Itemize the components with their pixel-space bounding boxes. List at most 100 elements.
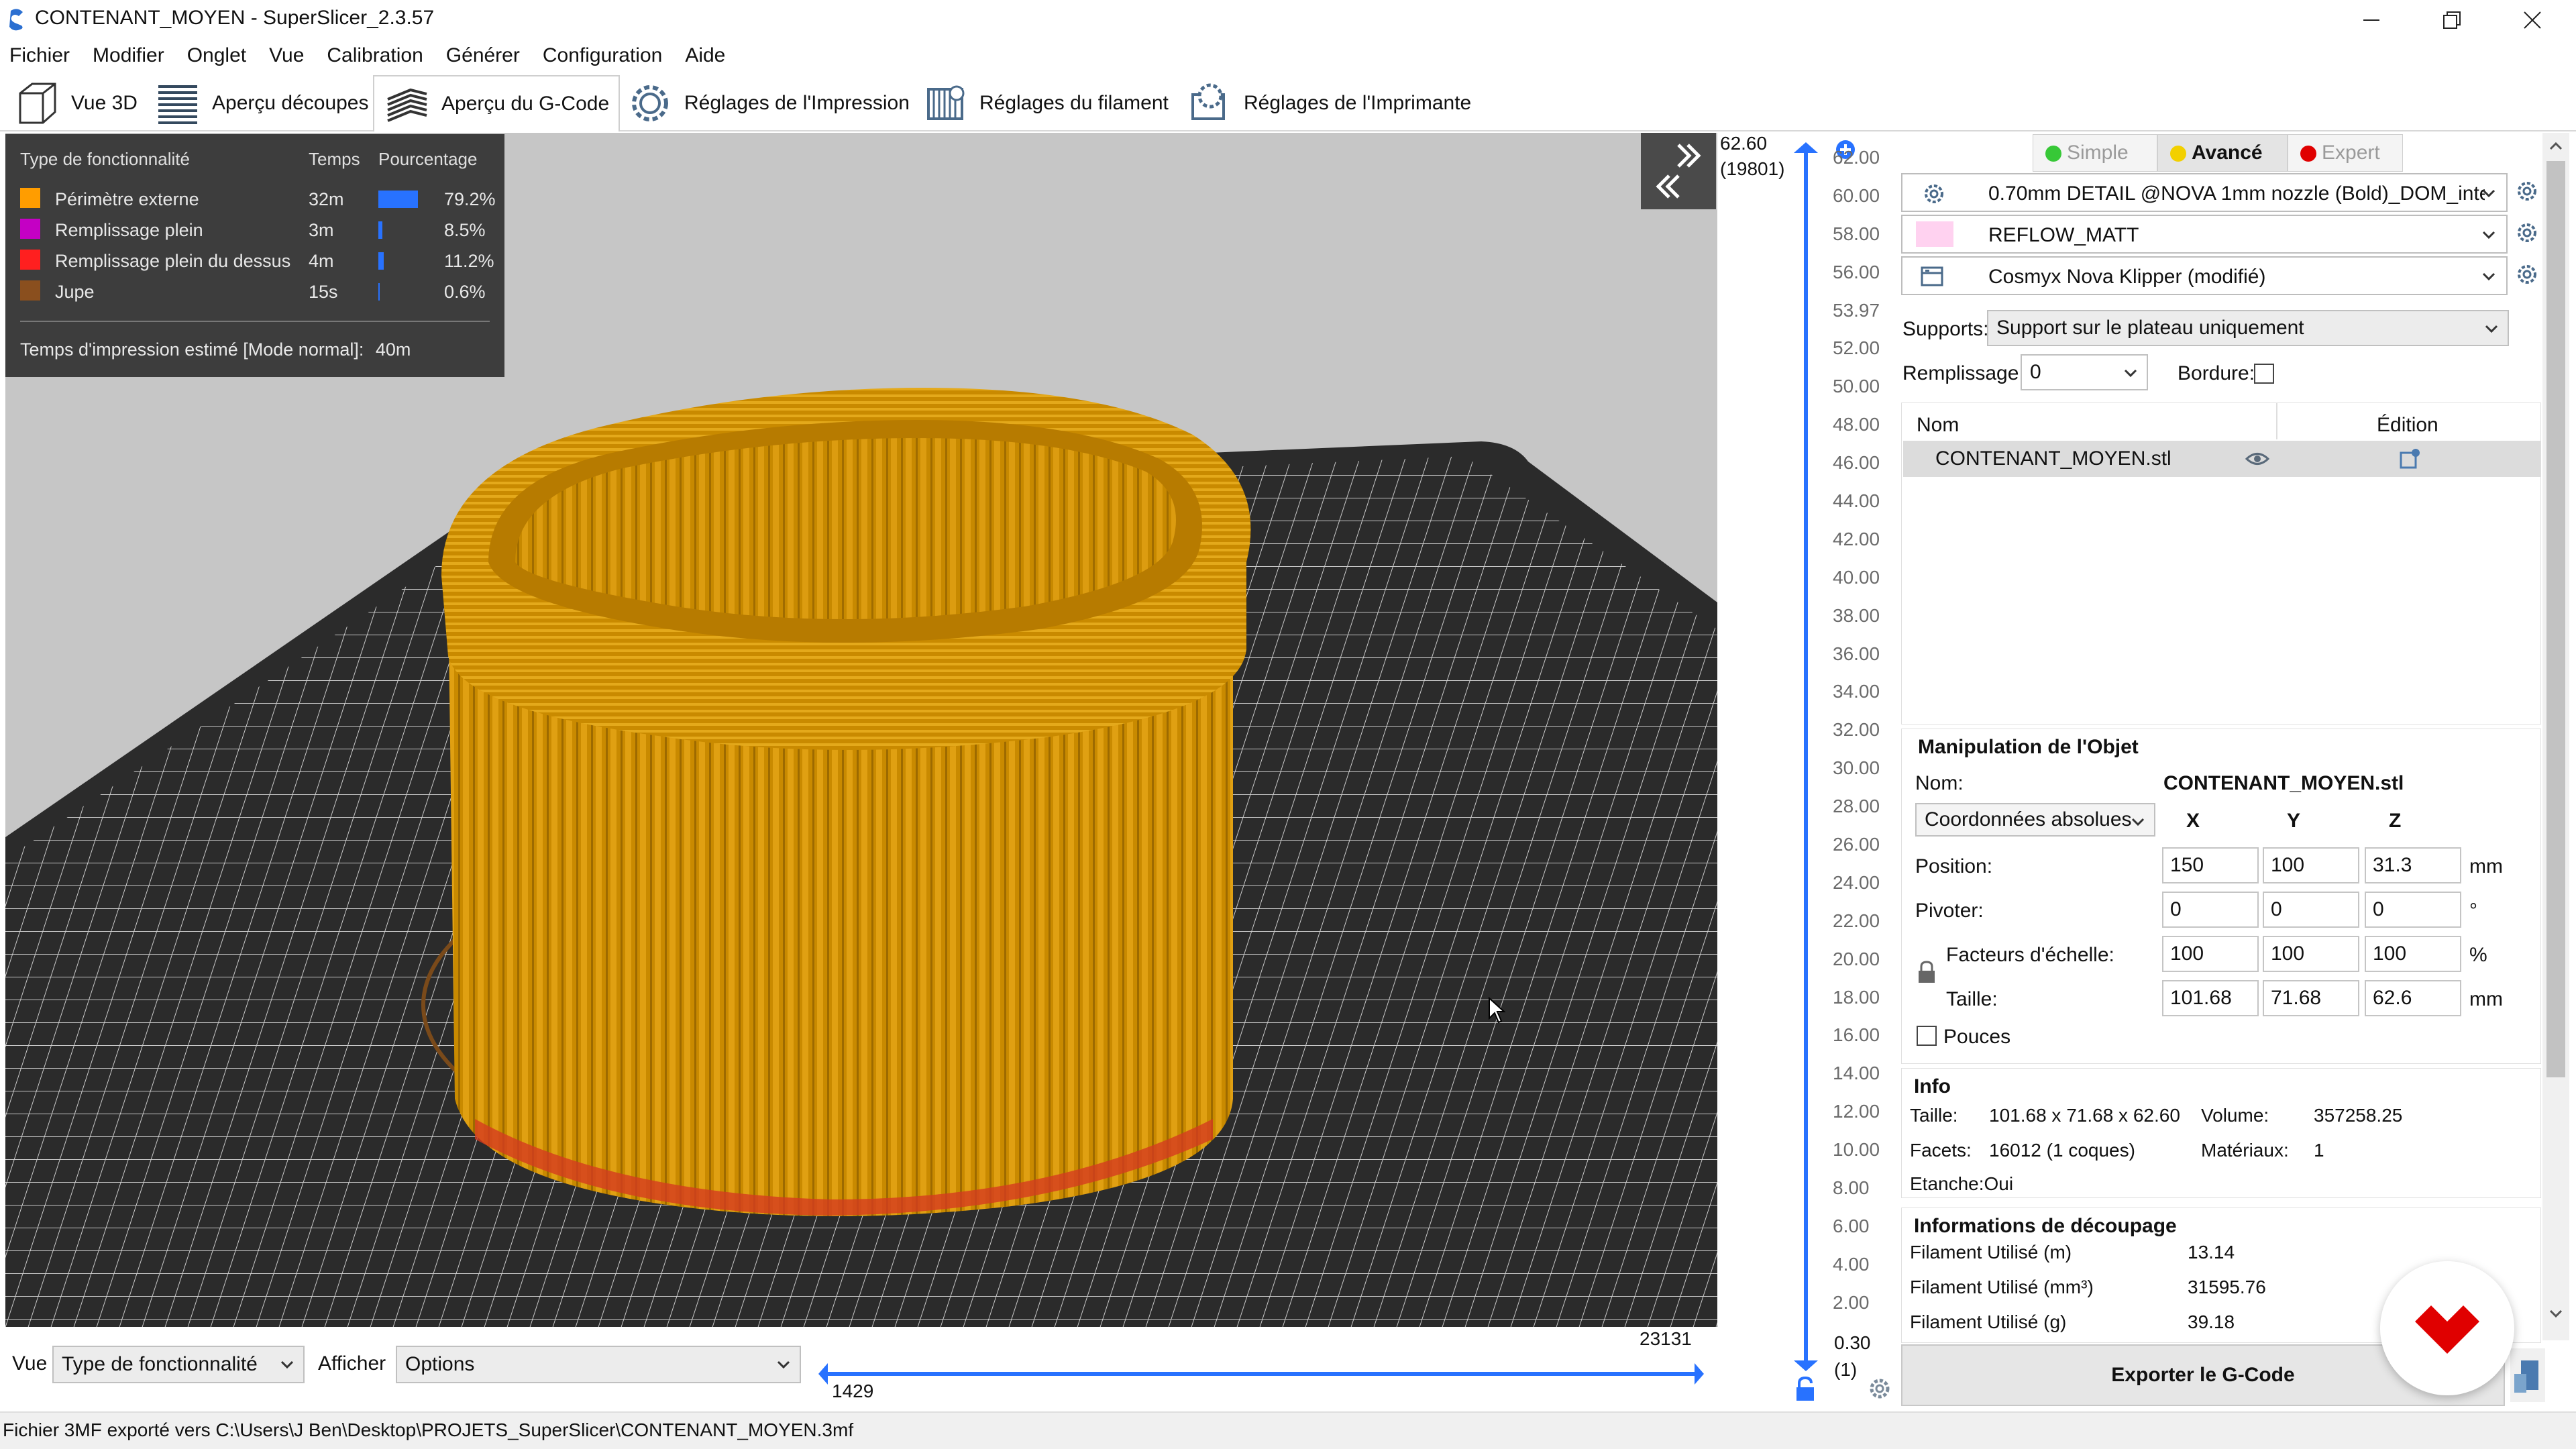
tab-reglages-imprimante[interactable]: Réglages de l'Imprimante xyxy=(1177,75,1481,131)
mode-advanced-button[interactable]: Avancé xyxy=(2157,134,2288,172)
manipulation-z-field[interactable]: 100 xyxy=(2365,936,2461,972)
slider-settings-button[interactable] xyxy=(1868,1377,1892,1401)
scale-lock-icon[interactable] xyxy=(1917,960,1937,984)
info-volume-value: 357258.25 xyxy=(2314,1105,2403,1126)
menu-aide[interactable]: Aide xyxy=(685,44,725,67)
menu-fichier[interactable]: Fichier xyxy=(9,44,70,67)
layer-height-tick: 24.00 xyxy=(1833,872,1880,893)
object-name: CONTENANT_MOYEN.stl xyxy=(1935,447,2171,470)
mode-simple-button[interactable]: Simple xyxy=(2033,134,2157,172)
manipulation-x-field[interactable]: 150 xyxy=(2162,847,2259,883)
info-materials-label: Matériaux: xyxy=(2201,1140,2289,1161)
manipulation-z-field[interactable]: 31.3 xyxy=(2365,847,2461,883)
filament-preset-value: REFLOW_MATT xyxy=(1988,224,2139,246)
brim-label: Bordure: xyxy=(2178,362,2255,384)
filament-preset-select[interactable]: REFLOW_MATT xyxy=(1901,215,2508,254)
manipulation-y-field[interactable]: 100 xyxy=(2263,936,2359,972)
layer-height-tick: 8.00 xyxy=(1833,1177,1870,1198)
mode-expert-button[interactable]: Expert xyxy=(2288,134,2403,172)
layer-height-tick: 4.00 xyxy=(1833,1254,1870,1275)
tab-apercu-decoupes[interactable]: Aperçu découpes xyxy=(145,75,378,131)
feature-legend: Type de fonctionnalité Temps Pourcentage… xyxy=(5,134,504,377)
show-options-select[interactable]: Options xyxy=(396,1346,801,1383)
object-list-row[interactable]: CONTENANT_MOYEN.stl xyxy=(1903,441,2540,477)
inches-checkbox[interactable] xyxy=(1917,1026,1937,1046)
send-to-printer-button[interactable] xyxy=(2510,1348,2545,1402)
minimize-button[interactable] xyxy=(2334,0,2408,40)
manipulation-y-field[interactable]: 71.68 xyxy=(2263,980,2359,1016)
tab-reglages-impression[interactable]: Réglages de l'Impression xyxy=(617,75,919,131)
legend-row[interactable]: Remplissage plein du dessus 4m 11.2% xyxy=(5,244,504,275)
manipulation-name-label: Nom: xyxy=(1915,772,1964,794)
edit-filament-preset-button[interactable] xyxy=(2516,221,2542,248)
manipulation-y-field[interactable]: 0 xyxy=(2263,892,2359,928)
scroll-down-icon[interactable] xyxy=(2548,1307,2564,1320)
layer-height-tick: 22.00 xyxy=(1833,910,1880,931)
manipulation-z-field[interactable]: 62.6 xyxy=(2365,980,2461,1016)
chevron-down-icon xyxy=(2124,369,2137,378)
legend-row[interactable]: Remplissage plein 3m 8.5% xyxy=(5,213,504,244)
menu-calibration[interactable]: Calibration xyxy=(327,44,423,67)
printer-preset-select[interactable]: Cosmyx Nova Klipper (modifié) xyxy=(1901,256,2508,295)
chevron-down-icon xyxy=(2482,272,2496,281)
menu-generer[interactable]: Générer xyxy=(446,44,520,67)
manipulation-row-label: Facteurs d'échelle: xyxy=(1946,944,2114,966)
legend-feature-time: 4m xyxy=(309,251,334,271)
axis-y-label: Y xyxy=(2287,810,2301,832)
brand-logo-icon xyxy=(2415,1305,2479,1354)
view-label: Vue xyxy=(12,1352,48,1375)
edit-print-preset-button[interactable] xyxy=(2516,180,2542,207)
manipulation-x-field[interactable]: 101.68 xyxy=(2162,980,2259,1016)
scrollbar-thumb[interactable] xyxy=(2546,161,2565,1077)
supports-value: Support sur le plateau uniquement xyxy=(1996,317,2304,339)
lock-icon xyxy=(1796,1376,1814,1401)
legend-color-swatch xyxy=(20,250,40,270)
manipulation-y-field[interactable]: 100 xyxy=(2263,847,2359,883)
menu-modifier[interactable]: Modifier xyxy=(93,44,164,67)
mode-dot-yellow xyxy=(2170,146,2186,162)
slider-lock-button[interactable] xyxy=(1794,1376,1817,1402)
tab-apercu-gcode[interactable]: Aperçu du G-Code xyxy=(373,75,621,131)
edit-settings-icon[interactable] xyxy=(2398,447,2421,470)
view-type-select[interactable]: Type de fonctionnalité xyxy=(52,1346,305,1383)
menu-onglet[interactable]: Onglet xyxy=(187,44,246,67)
coordinates-select[interactable]: Coordonnées absolues xyxy=(1915,803,2155,837)
tab-vue-3d[interactable]: Vue 3D xyxy=(4,75,147,131)
legend-row[interactable]: Jupe 15s 0.6% xyxy=(5,275,504,306)
minimize-icon xyxy=(2363,19,2379,21)
edit-printer-preset-button[interactable] xyxy=(2516,263,2542,290)
maximize-button[interactable] xyxy=(2415,0,2489,40)
manipulation-z-field[interactable]: 0 xyxy=(2365,892,2461,928)
menu-configuration[interactable]: Configuration xyxy=(543,44,662,67)
object-manipulation-panel: Manipulation de l'Objet Nom: CONTENANT_M… xyxy=(1901,729,2541,1064)
scroll-up-icon[interactable] xyxy=(2548,140,2564,153)
cube-icon xyxy=(19,83,56,124)
manipulation-x-field[interactable]: 100 xyxy=(2162,936,2259,972)
tab-bar: Vue 3D Aperçu découpes Aperçu du G-Code … xyxy=(0,71,2576,131)
mode-dot-green xyxy=(2045,146,2061,162)
app-icon xyxy=(7,8,27,31)
gear-icon xyxy=(2518,182,2536,201)
print-preset-select[interactable]: 0.70mm DETAIL @NOVA 1mm nozzle (Bold)_DO… xyxy=(1901,173,2508,212)
menu-vue[interactable]: Vue xyxy=(269,44,304,67)
slice-info-label: Filament Utilisé (g) xyxy=(1910,1311,2067,1332)
infill-select[interactable]: 0 xyxy=(2021,354,2148,390)
manipulation-x-field[interactable]: 0 xyxy=(2162,892,2259,928)
close-button[interactable] xyxy=(2496,0,2569,40)
layer-height-tick: 46.00 xyxy=(1833,452,1880,473)
collapse-sidebar-button[interactable] xyxy=(1641,133,1716,209)
layer-height-tick: 42.00 xyxy=(1833,529,1880,549)
info-materials-value: 1 xyxy=(2314,1140,2324,1161)
layer-height-tick: 16.00 xyxy=(1833,1024,1880,1045)
layer-height-tick: 36.00 xyxy=(1833,643,1880,664)
eye-icon[interactable] xyxy=(2245,450,2269,468)
legend-row[interactable]: Périmètre externe 32m 79.2% xyxy=(5,182,504,213)
double-chevron-icon xyxy=(1656,144,1701,199)
supports-select[interactable]: Support sur le plateau uniquement xyxy=(1987,310,2509,346)
brim-checkbox[interactable] xyxy=(2254,364,2274,384)
layer-height-tick: 28.00 xyxy=(1833,796,1880,816)
layer-slider-bottom-value: 0.30 xyxy=(1834,1332,1871,1353)
legend-header-type: Type de fonctionnalité xyxy=(20,149,190,169)
tab-reglages-filament[interactable]: Réglages du filament xyxy=(912,75,1178,131)
move-slider-track[interactable] xyxy=(812,1360,1711,1387)
